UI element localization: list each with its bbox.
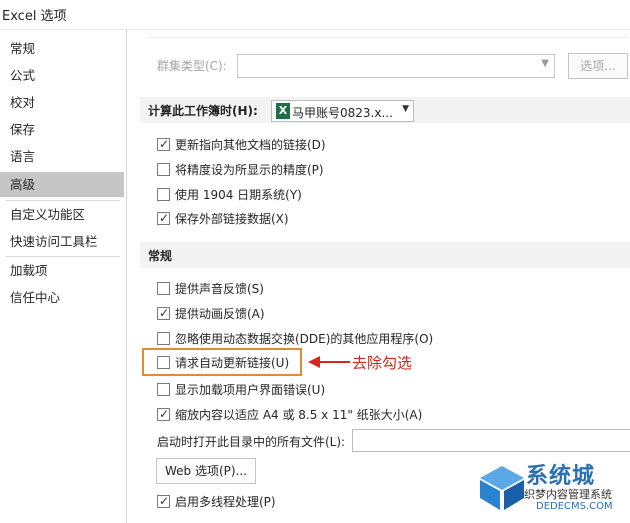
cluster-type-label: 群集类型(C): bbox=[157, 59, 227, 73]
nav-item-quick-access-toolbar[interactable]: 快速访问工具栏 bbox=[0, 229, 124, 254]
check-icon: ✓ bbox=[159, 407, 170, 421]
option-label: 显示加载项用户界面错误(U) bbox=[175, 383, 326, 397]
startup-files-label: 启动时打开此目录中的所有文件(L): bbox=[157, 435, 346, 449]
option-label: 请求自动更新链接(U) bbox=[175, 356, 290, 370]
nav-divider bbox=[6, 200, 120, 201]
nav-item-general[interactable]: 常规 bbox=[0, 36, 124, 61]
chevron-down-icon: ▼ bbox=[402, 104, 409, 114]
annotation-text: 去除勾选 bbox=[352, 354, 413, 372]
checkbox-sound-feedback[interactable] bbox=[157, 282, 170, 295]
checkbox-1904-date-system[interactable] bbox=[157, 188, 170, 201]
general-section-header: 常规 bbox=[140, 242, 630, 268]
general-section-label: 常规 bbox=[148, 249, 173, 263]
checkbox-show-addin-errors[interactable] bbox=[157, 383, 170, 396]
checkbox-save-external-link-values[interactable]: ✓ bbox=[157, 211, 170, 225]
nav-item-language[interactable]: 语言 bbox=[0, 144, 124, 169]
options-nav: 常规 公式 校对 保存 语言 高级 自定义功能区 快速访问工具栏 加载项 信任中… bbox=[0, 30, 127, 523]
clipped-row bbox=[148, 30, 628, 38]
checkbox-scale-to-paper[interactable]: ✓ bbox=[157, 407, 170, 421]
option-label: 提供动画反馈(A) bbox=[175, 307, 265, 321]
nav-item-proofing[interactable]: 校对 bbox=[0, 90, 124, 115]
check-icon: ✓ bbox=[159, 494, 170, 508]
nav-item-formulas[interactable]: 公式 bbox=[0, 63, 124, 88]
chevron-down-icon: ▼ bbox=[541, 58, 549, 69]
workbook-name: 马甲账号0823.x... bbox=[292, 106, 393, 120]
nav-item-trust-center[interactable]: 信任中心 bbox=[0, 285, 124, 310]
nav-item-customize-ribbon[interactable]: 自定义功能区 bbox=[0, 202, 124, 227]
options-content: 群集类型(C): ▼ 选项... 计算此工作簿时(H): X 马甲账号0823.… bbox=[128, 30, 630, 523]
option-label: 更新指向其他文档的链接(D) bbox=[175, 138, 326, 152]
nav-item-add-ins[interactable]: 加载项 bbox=[0, 258, 124, 283]
check-icon: ✓ bbox=[159, 211, 170, 225]
watermark-line1: 织梦内容管理系统 bbox=[524, 488, 612, 501]
checkbox-ignore-dde[interactable] bbox=[157, 332, 170, 345]
startup-files-input[interactable] bbox=[352, 429, 630, 452]
option-label: 使用 1904 日期系统(Y) bbox=[175, 188, 302, 202]
watermark: 系统城 织梦内容管理系统 DEDECMS.COM bbox=[466, 456, 630, 523]
option-label: 提供声音反馈(S) bbox=[175, 282, 264, 296]
excel-icon: X bbox=[276, 103, 290, 119]
window-title: Excel 选项 bbox=[2, 9, 67, 24]
checkbox-animation-feedback[interactable]: ✓ bbox=[157, 306, 170, 320]
option-label: 将精度设为所显示的精度(P) bbox=[175, 163, 324, 177]
option-label: 缩放内容以适应 A4 或 8.5 x 11" 纸张大小(A) bbox=[175, 408, 423, 422]
workbook-section-label: 计算此工作簿时(H): bbox=[148, 104, 258, 118]
nav-item-save[interactable]: 保存 bbox=[0, 117, 124, 142]
check-icon: ✓ bbox=[159, 137, 170, 151]
checkbox-precision-as-displayed[interactable] bbox=[157, 163, 170, 176]
checkbox-ask-update-links[interactable] bbox=[157, 356, 170, 369]
windows-logo-icon bbox=[480, 466, 524, 510]
nav-divider bbox=[6, 256, 120, 257]
cluster-options-button[interactable]: 选项... bbox=[568, 53, 628, 79]
option-label: 忽略使用动态数据交换(DDE)的其他应用程序(O) bbox=[175, 332, 434, 346]
checkbox-multithreading[interactable]: ✓ bbox=[157, 494, 170, 508]
option-label: 保存外部链接数据(X) bbox=[175, 212, 289, 226]
check-icon: ✓ bbox=[159, 306, 170, 320]
option-label: 启用多线程处理(P) bbox=[175, 495, 276, 509]
watermark-line2: DEDECMS.COM bbox=[536, 501, 613, 512]
nav-item-advanced[interactable]: 高级 bbox=[0, 172, 124, 197]
checkbox-update-links[interactable]: ✓ bbox=[157, 137, 170, 151]
title-bar: Excel 选项 bbox=[0, 0, 630, 30]
workbook-select[interactable]: X 马甲账号0823.x... ▼ bbox=[271, 100, 414, 122]
arrow-left-icon bbox=[308, 356, 350, 368]
web-options-button[interactable]: Web 选项(P)... bbox=[156, 458, 256, 484]
cluster-type-select[interactable]: ▼ bbox=[237, 54, 555, 78]
